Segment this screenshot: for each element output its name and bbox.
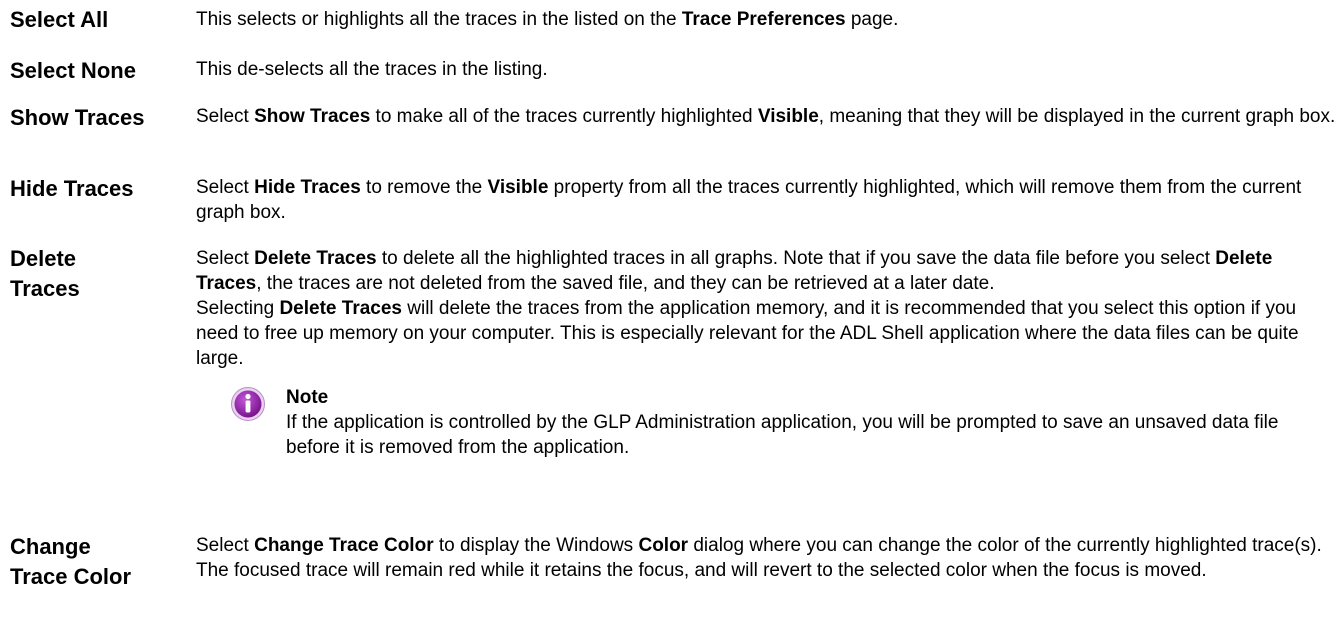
term-change-trace-color: Change Trace Color [10, 532, 195, 592]
term-select-none-label: Select None [10, 58, 136, 83]
desc-show-traces: Select Show Traces to make all of the tr… [196, 104, 1336, 129]
note-title: Note [286, 387, 329, 408]
desc-hide-traces-text: Select Hide Traces to remove the Visible… [196, 177, 1302, 223]
term-delete-traces: Delete Traces [10, 244, 195, 304]
term-hide-traces-label: Hide Traces [10, 176, 134, 201]
info-icon [230, 386, 266, 422]
desc-select-none: This de-selects all the traces in the li… [196, 57, 1336, 82]
term-delete-traces-line2: Traces [10, 276, 80, 301]
term-select-all: Select All [10, 5, 195, 35]
term-change-trace-color-line2: Trace Color [10, 564, 132, 589]
desc-delete-traces-text-2: Selecting Delete Traces will delete the … [196, 298, 1299, 369]
term-hide-traces: Hide Traces [10, 174, 195, 204]
desc-hide-traces: Select Hide Traces to remove the Visible… [196, 175, 1336, 225]
desc-select-all: This selects or highlights all the trace… [196, 7, 1336, 32]
term-change-trace-color-line1: Change [10, 534, 91, 559]
desc-delete-traces: Select Delete Traces to delete all the h… [196, 246, 1336, 371]
desc-change-trace-color: Select Change Trace Color to display the… [196, 533, 1336, 583]
desc-show-traces-text: Select Show Traces to make all of the tr… [196, 106, 1336, 127]
term-delete-traces-line1: Delete [10, 246, 77, 271]
term-show-traces-label: Show Traces [10, 105, 145, 130]
desc-delete-traces-text: Select Delete Traces to delete all the h… [196, 248, 1273, 294]
term-show-traces: Show Traces [10, 103, 195, 133]
note-body: If the application is controlled by the … [286, 412, 1279, 458]
term-select-none: Select None [10, 56, 195, 86]
desc-change-trace-color-text: Select Change Trace Color to display the… [196, 535, 1322, 581]
desc-select-none-text: This de-selects all the traces in the li… [196, 59, 548, 80]
term-select-all-label: Select All [10, 7, 109, 32]
desc-select-all-text: This selects or highlights all the trace… [196, 9, 899, 30]
